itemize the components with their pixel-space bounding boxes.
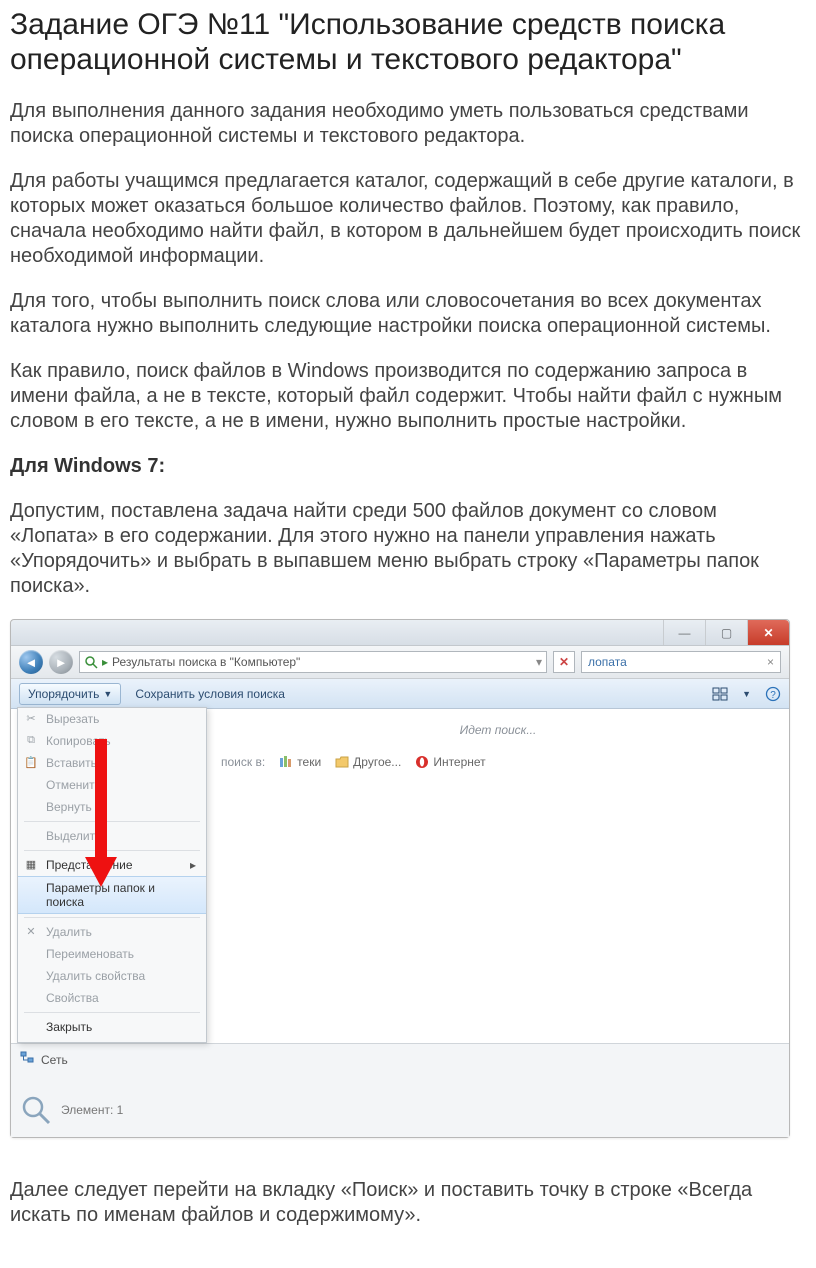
arrow-right-icon: ► (55, 655, 68, 670)
address-bar[interactable]: ▸ Результаты поиска в "Компьютер" ▾ (79, 651, 547, 673)
menu-rename[interactable]: Переименовать (18, 943, 206, 965)
explorer-window: — ▢ ✕ ◄ ► ▸ Результаты поиска в "Компьют… (10, 619, 790, 1138)
menu-rename-label: Переименовать (46, 947, 134, 961)
content-area: ✂ Вырезать ⧉ Копировать 📋 Вставить Отмен… (11, 709, 789, 1043)
also-internet-label: Интернет (433, 755, 485, 769)
paragraph-2: Для работы учащимся предлагается каталог… (10, 169, 806, 269)
close-icon: ✕ (559, 655, 569, 669)
menu-copy[interactable]: ⧉ Копировать (18, 730, 206, 752)
searching-status: Идет поиск... (221, 723, 775, 737)
menu-selectall-label: Выделить (46, 829, 101, 843)
cut-icon: ✂ (24, 711, 38, 725)
command-bar: Упорядочить ▼ Сохранить условия поиска ▼… (11, 679, 789, 709)
menu-layout-label: Представление (46, 858, 133, 872)
paragraph-1: Для выполнения данного задания необходим… (10, 99, 806, 149)
clear-search-button[interactable]: ✕ (553, 651, 575, 673)
menu-separator (24, 917, 200, 918)
menu-undo[interactable]: Отменить (18, 774, 206, 796)
menu-cut-label: Вырезать (46, 712, 99, 726)
save-search-button[interactable]: Сохранить условия поиска (135, 687, 285, 701)
also-libraries-label: теки (297, 755, 321, 769)
menu-properties-label: Свойства (46, 991, 99, 1005)
menu-copy-label: Копировать (46, 734, 111, 748)
menu-delete-label: Удалить (46, 925, 92, 939)
menu-delete[interactable]: ✕ Удалить (18, 921, 206, 943)
paragraph-5: Допустим, поставлена задача найти среди … (10, 499, 806, 599)
organize-menu: ✂ Вырезать ⧉ Копировать 📋 Вставить Отмен… (17, 707, 207, 1043)
menu-redo[interactable]: Вернуть (18, 796, 206, 818)
window-titlebar: — ▢ ✕ (11, 620, 789, 646)
help-icon[interactable]: ? (765, 686, 781, 702)
paragraph-6: Далее следует перейти на вкладку «Поиск»… (10, 1178, 806, 1228)
menu-undo-label: Отменить (46, 778, 101, 792)
search-value: лопата (588, 655, 627, 669)
arrow-left-icon: ◄ (25, 655, 38, 670)
chevron-down-icon[interactable]: ▾ (536, 655, 542, 669)
breadcrumb: Результаты поиска в "Компьютер" (112, 655, 300, 669)
chevron-down-icon: ▼ (103, 689, 112, 699)
menu-properties[interactable]: Свойства (18, 987, 206, 1009)
magnifier-icon (19, 1093, 53, 1127)
layout-icon: ▦ (24, 857, 38, 871)
menu-layout[interactable]: ▦ Представление ▸ (18, 854, 206, 876)
menu-remove-props-label: Удалить свойства (46, 969, 145, 983)
clear-icon[interactable]: × (767, 655, 774, 669)
also-other[interactable]: Другое... (335, 755, 401, 769)
view-chevron-icon[interactable]: ▼ (742, 689, 751, 699)
menu-remove-props[interactable]: Удалить свойства (18, 965, 206, 987)
also-search-row: поиск в: теки Другое... (221, 755, 775, 769)
menu-close-label: Закрыть (46, 1020, 92, 1034)
menu-paste-label: Вставить (46, 756, 97, 770)
search-folder-icon (84, 655, 98, 669)
forward-button[interactable]: ► (49, 650, 73, 674)
footer-network[interactable]: Сеть (19, 1050, 123, 1069)
paragraph-4: Как правило, поиск файлов в Windows прои… (10, 359, 806, 434)
also-other-label: Другое... (353, 755, 401, 769)
menu-selectall[interactable]: Выделить (18, 825, 206, 847)
chevron-right-icon: ▸ (190, 858, 196, 872)
footer-element-count: Элемент: 1 (61, 1103, 123, 1117)
copy-icon: ⧉ (24, 733, 38, 747)
also-label: поиск в: (221, 755, 265, 769)
page-title: Задание ОГЭ №11 "Использование средств п… (10, 8, 806, 77)
nav-row: ◄ ► ▸ Результаты поиска в "Компьютер" ▾ … (11, 646, 789, 679)
menu-redo-label: Вернуть (46, 800, 92, 814)
delete-icon: ✕ (24, 924, 38, 938)
also-internet[interactable]: Интернет (415, 755, 485, 769)
heading-win7: Для Windows 7: (10, 454, 806, 479)
footer-network-label: Сеть (41, 1053, 68, 1067)
menu-cut[interactable]: ✂ Вырезать (18, 708, 206, 730)
search-input[interactable]: лопата × (581, 651, 781, 673)
maximize-button[interactable]: ▢ (705, 620, 747, 645)
menu-folder-options[interactable]: Параметры папок и поиска (18, 876, 206, 914)
svg-text:?: ? (770, 690, 776, 701)
menu-paste[interactable]: 📋 Вставить (18, 752, 206, 774)
close-button[interactable]: ✕ (747, 620, 789, 645)
libraries-icon (279, 755, 293, 769)
menu-close[interactable]: Закрыть (18, 1016, 206, 1038)
organize-label: Упорядочить (28, 687, 99, 701)
menu-separator (24, 821, 200, 822)
menu-separator (24, 1012, 200, 1013)
paste-icon: 📋 (24, 755, 38, 769)
menu-folder-options-label: Параметры папок и поиска (46, 881, 155, 909)
folder-icon (335, 755, 349, 769)
minimize-button[interactable]: — (663, 620, 705, 645)
view-icon[interactable] (712, 686, 728, 702)
opera-icon (415, 755, 429, 769)
breadcrumb-sep-icon: ▸ (102, 655, 108, 669)
results-pane: Идет поиск... поиск в: теки Другое... (207, 709, 789, 1043)
menu-separator (24, 850, 200, 851)
paragraph-3: Для того, чтобы выполнить поиск слова ил… (10, 289, 806, 339)
footer-element-row: Элемент: 1 (19, 1093, 123, 1127)
organize-button[interactable]: Упорядочить ▼ (19, 683, 121, 705)
back-button[interactable]: ◄ (19, 650, 43, 674)
explorer-footer: Сеть Элемент: 1 (11, 1043, 789, 1137)
network-icon (19, 1050, 35, 1069)
also-libraries[interactable]: теки (279, 755, 321, 769)
